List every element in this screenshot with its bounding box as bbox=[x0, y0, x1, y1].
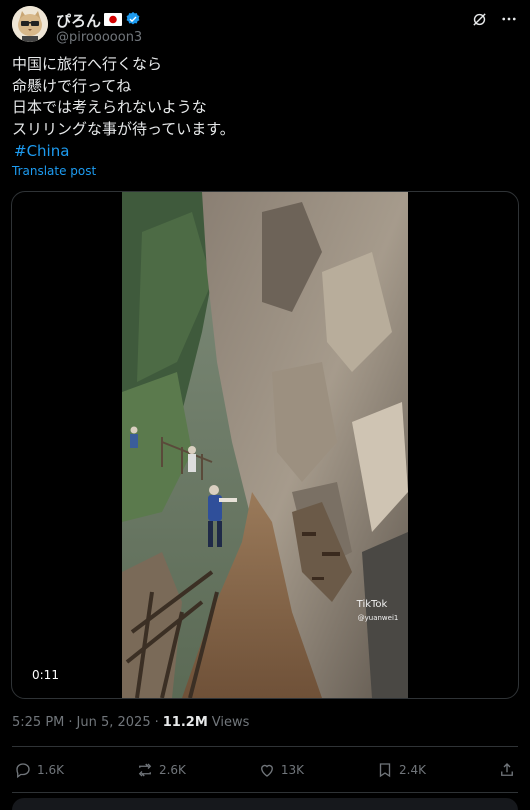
user-handle[interactable]: @pirooooon3 bbox=[56, 30, 142, 45]
post-date[interactable]: Jun 5, 2025 bbox=[77, 715, 151, 730]
share-button[interactable] bbox=[498, 761, 516, 779]
japan-flag-icon bbox=[104, 11, 123, 30]
reply-composer[interactable] bbox=[12, 798, 518, 810]
post-meta: 5:25 PM · Jun 5, 2025 · 11.2M Views bbox=[12, 715, 249, 730]
repost-button[interactable]: 2.6K bbox=[136, 761, 186, 779]
reply-count: 1.6K bbox=[37, 763, 64, 777]
video-player[interactable]: TikTok @yuanwei1 0:11 bbox=[11, 191, 519, 699]
views-label: Views bbox=[211, 715, 250, 730]
views-count: 11.2M bbox=[162, 715, 208, 730]
tiktok-watermark: TikTok bbox=[356, 599, 388, 610]
video-duration: 0:11 bbox=[26, 666, 65, 684]
divider bbox=[12, 746, 518, 747]
tiktok-handle-watermark: @yuanwei1 bbox=[358, 614, 399, 622]
reply-button[interactable]: 1.6K bbox=[14, 761, 64, 779]
share-icon bbox=[501, 763, 513, 776]
more-icon[interactable] bbox=[500, 10, 518, 28]
like-count: 13K bbox=[280, 763, 305, 777]
bookmark-icon bbox=[379, 763, 391, 778]
translate-post-link[interactable]: Translate post bbox=[12, 164, 96, 178]
repost-icon bbox=[138, 763, 152, 777]
bookmark-count: 2.4K bbox=[399, 763, 426, 777]
reply-icon bbox=[16, 763, 30, 779]
cat-avatar-icon[interactable] bbox=[12, 6, 48, 42]
header-actions bbox=[470, 10, 518, 28]
video-frame[interactable]: TikTok @yuanwei1 bbox=[122, 192, 408, 698]
verified-badge-icon bbox=[125, 11, 141, 31]
bookmark-button[interactable]: 2.4K bbox=[376, 761, 426, 779]
grok-icon[interactable] bbox=[470, 10, 488, 28]
repost-count: 2.6K bbox=[158, 763, 186, 777]
hashtag-link[interactable]: #China bbox=[14, 142, 69, 160]
name-row: ぴろん bbox=[56, 10, 141, 31]
post-text: 中国に旅行へ行くなら 命懸けで行ってね 日本では考えられないような スリリングな… bbox=[12, 55, 235, 138]
meta-separator: · bbox=[154, 715, 159, 730]
meta-separator: · bbox=[68, 715, 73, 730]
action-bar: 1.6K 2.6K 13K 2.4K bbox=[14, 758, 516, 782]
like-button[interactable]: 13K bbox=[258, 761, 304, 779]
post-time[interactable]: 5:25 PM bbox=[12, 715, 64, 730]
display-name[interactable]: ぴろん bbox=[56, 10, 101, 31]
post-header: ぴろん @pirooooon3 bbox=[12, 6, 518, 46]
heart-icon bbox=[260, 764, 273, 777]
divider bbox=[12, 792, 518, 793]
